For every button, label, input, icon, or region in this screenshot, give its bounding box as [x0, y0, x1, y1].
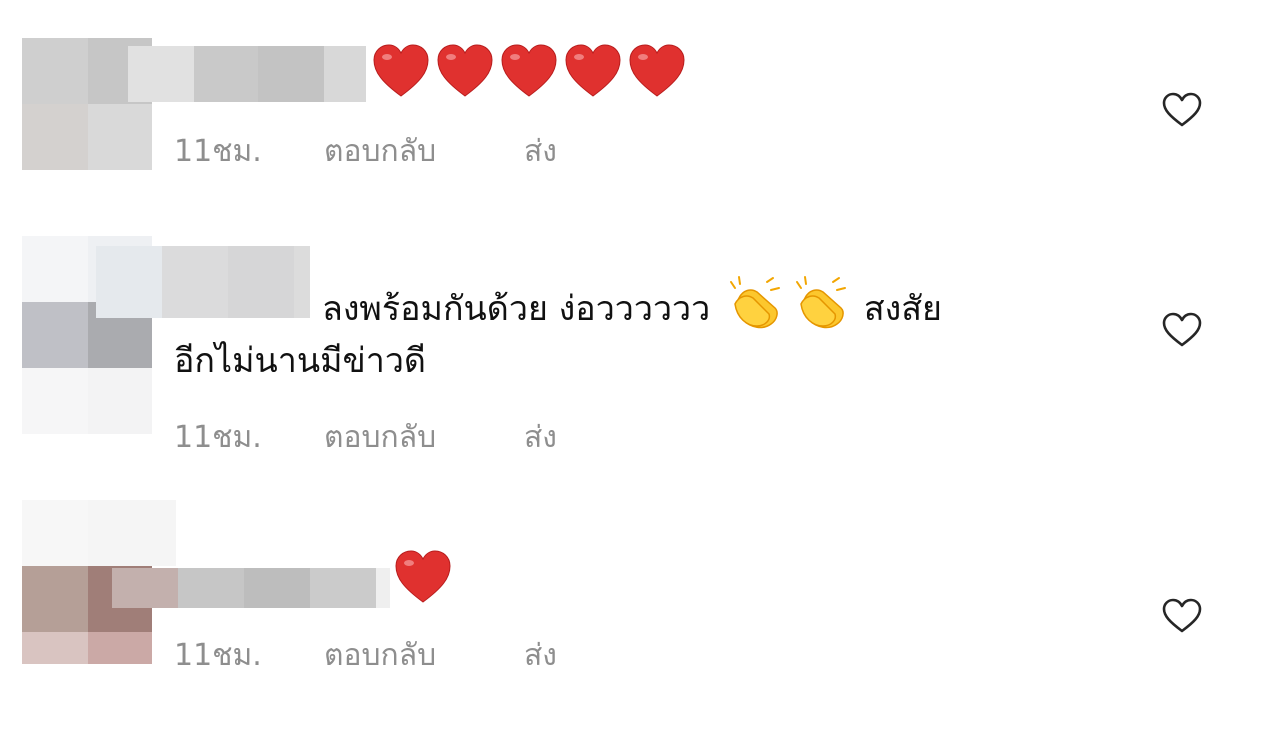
comment-item: 11ชม. ตอบกลับ ส่ง — [0, 480, 1280, 730]
send-button[interactable]: ส่ง — [524, 418, 557, 458]
comment-item: ลงพร้อมกันด้วย ง่อวววววว สงสัย อีกไม่นาน… — [0, 200, 1280, 480]
heart-emoji-icon — [395, 550, 451, 603]
comment-text — [372, 44, 692, 108]
timestamp: 11ชม. — [174, 420, 262, 455]
heart-emoji-icon — [437, 44, 493, 97]
heart-emoji-icon — [501, 44, 557, 97]
send-button[interactable]: ส่ง — [524, 636, 557, 676]
clapping-hands-icon — [730, 276, 781, 329]
heart-emoji-icon — [629, 44, 685, 97]
timestamp: 11ชม. — [174, 638, 262, 673]
comment-text — [394, 550, 458, 614]
like-heart-icon[interactable] — [1162, 598, 1202, 634]
heart-emoji-icon — [565, 44, 621, 97]
username-blurred[interactable] — [112, 568, 390, 608]
heart-emoji-icon — [373, 44, 429, 97]
reply-button[interactable]: ตอบกลับ — [324, 132, 436, 172]
comment-text-line-2: อีกไม่นานมีข่าวดี — [174, 341, 427, 381]
comments-list: 11ชม. ตอบกลับ ส่ง ลงพร้อมกันด้วย ง่อวววว… — [0, 0, 1280, 730]
reply-button[interactable]: ตอบกลับ — [324, 418, 436, 458]
timestamp: 11ชม. — [174, 134, 262, 169]
clapping-hands-icon — [796, 276, 847, 329]
username-blurred[interactable] — [96, 246, 310, 318]
username-blurred[interactable] — [128, 46, 366, 102]
reply-button[interactable]: ตอบกลับ — [324, 636, 436, 676]
like-heart-icon[interactable] — [1162, 312, 1202, 348]
send-button[interactable]: ส่ง — [524, 132, 557, 172]
like-heart-icon[interactable] — [1162, 92, 1202, 128]
comment-text-line-1: ลงพร้อมกันด้วย ง่อวววววว สงสัย — [322, 274, 942, 336]
comment-item: 11ชม. ตอบกลับ ส่ง — [0, 0, 1280, 200]
